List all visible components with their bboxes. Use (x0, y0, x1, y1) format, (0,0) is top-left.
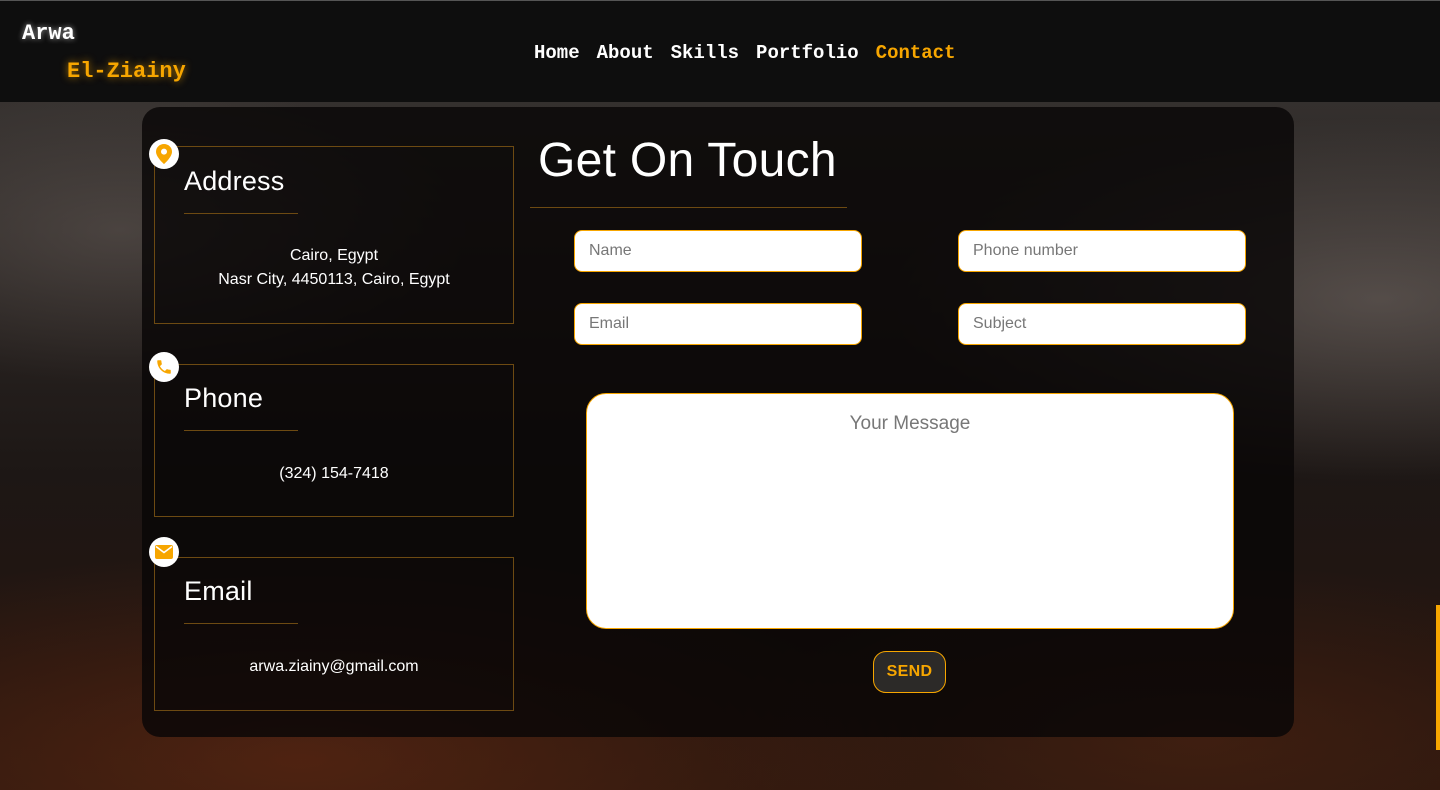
nav-link-about[interactable]: About (597, 42, 654, 64)
email-box: Email arwa.ziainy@gmail.com (154, 557, 514, 711)
form-title: Get On Touch (538, 134, 837, 187)
phone-input[interactable] (958, 230, 1246, 272)
map-pin-icon (149, 139, 179, 169)
email-title: Email (184, 576, 253, 606)
address-divider (184, 213, 298, 214)
email-divider (184, 623, 298, 624)
nav-link-skills[interactable]: Skills (671, 42, 739, 64)
message-textarea[interactable] (586, 393, 1234, 629)
phone-icon (149, 352, 179, 382)
navbar: Arwa El-Ziainy Home About Skills Portfol… (0, 0, 1440, 102)
address-line-1: Cairo, Egypt (289, 247, 379, 264)
phone-box: Phone (324) 154-7418 (154, 364, 514, 517)
form-title-divider (530, 207, 847, 208)
nav-menu: Home About Skills Portfolio Contact (534, 42, 956, 64)
logo-first-name[interactable]: Arwa (22, 21, 75, 46)
phone-number: (324) 154-7418 (279, 465, 389, 482)
send-button[interactable]: SEND (873, 651, 946, 693)
phone-divider (184, 430, 298, 431)
nav-link-portfolio[interactable]: Portfolio (756, 42, 859, 64)
phone-title: Phone (184, 383, 264, 413)
name-input[interactable] (574, 230, 862, 272)
envelope-icon (149, 537, 179, 567)
subject-input[interactable] (958, 303, 1246, 345)
address-box: Address Cairo, Egypt Nasr City, 4450113,… (154, 146, 514, 324)
email-input[interactable] (574, 303, 862, 345)
scrollbar-thumb[interactable] (1436, 605, 1440, 750)
address-title: Address (184, 166, 285, 196)
nav-link-contact[interactable]: Contact (876, 42, 956, 64)
logo-last-name[interactable]: El-Ziainy (67, 59, 186, 84)
email-address: arwa.ziainy@gmail.com (249, 658, 419, 675)
address-line-2: Nasr City, 4450113, Cairo, Egypt (218, 271, 450, 288)
nav-link-home[interactable]: Home (534, 42, 580, 64)
